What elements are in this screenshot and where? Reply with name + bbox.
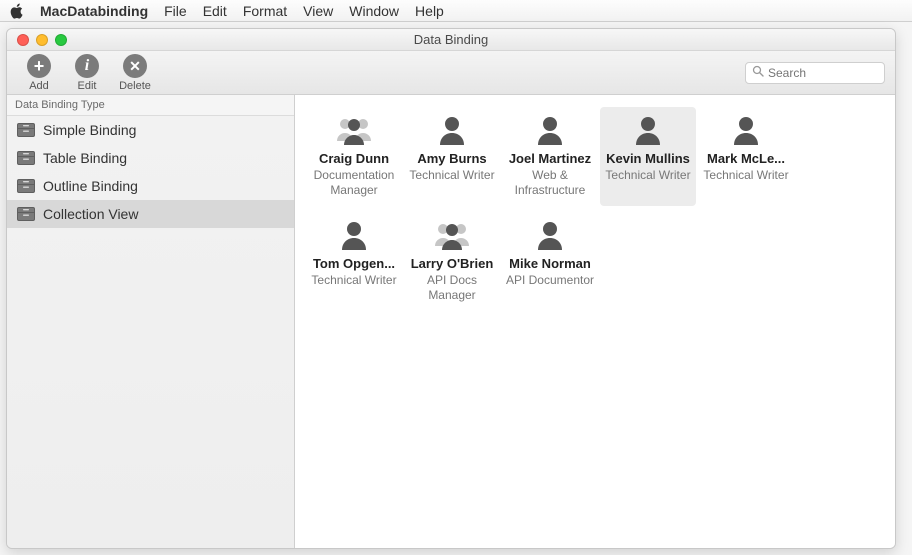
sidebar-item[interactable]: Collection View xyxy=(7,200,294,228)
edit-button-label: Edit xyxy=(78,80,97,92)
sidebar-item-label: Outline Binding xyxy=(43,178,138,194)
drawer-icon xyxy=(17,179,35,193)
content-area: Craig DunnDocumentation ManagerAmy Burns… xyxy=(295,95,895,548)
person-role: Technical Writer xyxy=(700,168,792,183)
collection-view: Craig DunnDocumentation ManagerAmy Burns… xyxy=(305,107,885,317)
sidebar-header: Data Binding Type xyxy=(7,95,294,116)
traffic-lights xyxy=(7,34,67,46)
sidebar-item[interactable]: Simple Binding xyxy=(7,116,294,144)
add-button[interactable]: Add xyxy=(17,54,61,92)
menu-format[interactable]: Format xyxy=(243,3,287,19)
person-name: Tom Opgen... xyxy=(308,256,400,271)
collection-item[interactable]: Kevin Mullins Technical Writer xyxy=(600,107,696,206)
person-name: Kevin Mullins xyxy=(602,151,694,166)
titlebar: Data Binding xyxy=(7,29,895,51)
drawer-icon xyxy=(17,207,35,221)
person-icon xyxy=(434,115,470,145)
sidebar-item[interactable]: Table Binding xyxy=(7,144,294,172)
person-icon xyxy=(532,115,568,145)
sidebar: Data Binding Type Simple Binding Table Bi… xyxy=(7,95,295,548)
person-name: Joel Martinez xyxy=(504,151,596,166)
person-role: Documentation Manager xyxy=(308,168,400,198)
menu-help[interactable]: Help xyxy=(415,3,444,19)
collection-item[interactable]: Craig Dunn Documentation Manager xyxy=(306,107,402,206)
menu-file[interactable]: File xyxy=(164,3,187,19)
apple-menu-icon[interactable] xyxy=(10,3,24,19)
person-name: Larry O'Brien xyxy=(406,256,498,271)
delete-button-label: Delete xyxy=(119,80,151,92)
sidebar-item[interactable]: Outline Binding xyxy=(7,172,294,200)
group-icon xyxy=(434,220,470,250)
collection-item[interactable]: Tom Opgen... Technical Writer xyxy=(306,212,402,311)
minimize-window-button[interactable] xyxy=(36,34,48,46)
menubar-appname[interactable]: MacDatabinding xyxy=(40,3,148,19)
search-icon xyxy=(752,65,764,80)
collection-item[interactable]: Amy Burns Technical Writer xyxy=(404,107,500,206)
search-input[interactable] xyxy=(768,66,878,80)
person-role: Technical Writer xyxy=(602,168,694,183)
sidebar-item-label: Simple Binding xyxy=(43,122,136,138)
sidebar-item-label: Collection View xyxy=(43,206,138,222)
search-box[interactable] xyxy=(745,62,885,84)
window-title: Data Binding xyxy=(7,32,895,47)
person-name: Craig Dunn xyxy=(308,151,400,166)
add-button-label: Add xyxy=(29,80,49,92)
person-role: Technical Writer xyxy=(406,168,498,183)
person-name: Mike Norman xyxy=(504,256,596,271)
menu-view[interactable]: View xyxy=(303,3,333,19)
sidebar-item-label: Table Binding xyxy=(43,150,127,166)
zoom-window-button[interactable] xyxy=(55,34,67,46)
collection-item[interactable]: Mark McLe... Technical Writer xyxy=(698,107,794,206)
person-role: API Docs Manager xyxy=(406,273,498,303)
plus-icon xyxy=(27,54,51,78)
menubar: MacDatabinding File Edit Format View Win… xyxy=(0,0,912,22)
person-role: Technical Writer xyxy=(308,273,400,288)
edit-button[interactable]: Edit xyxy=(65,54,109,92)
person-name: Mark McLe... xyxy=(700,151,792,166)
person-icon xyxy=(728,115,764,145)
person-role: API Documentor xyxy=(504,273,596,288)
delete-button[interactable]: Delete xyxy=(113,54,157,92)
group-icon xyxy=(336,115,372,145)
collection-item[interactable]: Joel Martinez Web & Infrastructure xyxy=(502,107,598,206)
collection-item[interactable]: Larry O'Brien API Docs Manager xyxy=(404,212,500,311)
toolbar: Add Edit Delete xyxy=(7,51,895,95)
person-name: Amy Burns xyxy=(406,151,498,166)
drawer-icon xyxy=(17,123,35,137)
delete-icon xyxy=(123,54,147,78)
info-icon xyxy=(75,54,99,78)
collection-item[interactable]: Mike Norman API Documentor xyxy=(502,212,598,311)
person-role: Web & Infrastructure xyxy=(504,168,596,198)
menu-window[interactable]: Window xyxy=(349,3,399,19)
person-icon xyxy=(336,220,372,250)
close-window-button[interactable] xyxy=(17,34,29,46)
person-icon xyxy=(630,115,666,145)
drawer-icon xyxy=(17,151,35,165)
menu-edit[interactable]: Edit xyxy=(203,3,227,19)
window: Data Binding Add Edit Delete xyxy=(6,28,896,549)
person-icon xyxy=(532,220,568,250)
